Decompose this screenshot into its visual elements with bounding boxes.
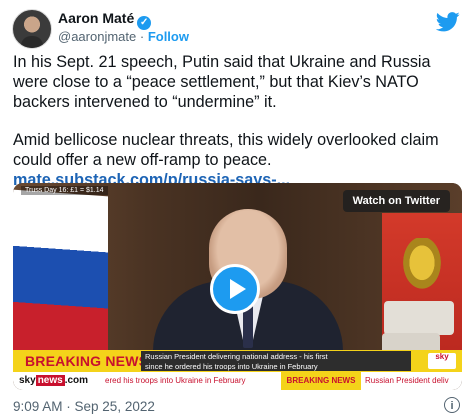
sky-brand-com: .com bbox=[64, 375, 89, 386]
separator-dot: · bbox=[136, 29, 148, 44]
ticker-text-2: Russian President deliv bbox=[365, 376, 449, 385]
author-avatar[interactable] bbox=[12, 9, 52, 49]
author-handle-line: @aaronjmate · Follow bbox=[58, 29, 189, 44]
verified-badge-icon: ✓ bbox=[137, 16, 152, 30]
bottom-ticker: sky news .com ered his troops into Ukraine… bbox=[13, 372, 462, 390]
desk-phone bbox=[384, 301, 454, 335]
coat-of-arms bbox=[400, 238, 444, 293]
breaking-news-label: BREAKING NEWS bbox=[25, 353, 149, 369]
sky-channel-logo: sky bbox=[428, 353, 456, 369]
author-name-line[interactable]: Aaron Maté ✓ bbox=[58, 10, 152, 30]
author-handle[interactable]: @aaronjmate bbox=[58, 29, 136, 44]
top-ticker: Truss Day 16: £1 = $1.14 bbox=[21, 186, 108, 195]
watch-on-twitter-button[interactable]: Watch on Twitter bbox=[342, 190, 450, 212]
sky-brand-sky: sky bbox=[19, 375, 36, 386]
info-icon[interactable]: i bbox=[444, 397, 460, 413]
ticker-breaking-label: BREAKING NEWS bbox=[281, 372, 361, 390]
video-player[interactable]: Truss Day 16: £1 = $1.14 Watch on Twitte… bbox=[13, 183, 462, 390]
tweet-timestamp[interactable]: 9:09 AM · Sep 25, 2022 bbox=[13, 399, 155, 414]
tweet-paragraph-2: Amid bellicose nuclear threats, this wid… bbox=[13, 131, 439, 169]
tweet-card: Aaron Maté ✓ @aaronjmate · Follow In his … bbox=[0, 0, 476, 420]
russian-flag bbox=[13, 189, 108, 367]
tweet-text: In his Sept. 21 speech, Putin said that … bbox=[13, 52, 465, 190]
author-name[interactable]: Aaron Maté bbox=[58, 10, 134, 26]
tweet-paragraph-1: In his Sept. 21 speech, Putin said that … bbox=[13, 53, 431, 111]
twitter-bird-icon[interactable] bbox=[436, 12, 460, 32]
follow-button[interactable]: Follow bbox=[148, 29, 189, 44]
play-icon[interactable] bbox=[210, 264, 260, 314]
ticker-text-1: ered his troops into Ukraine in February bbox=[105, 372, 275, 390]
news-headline: Russian President delivering national ad… bbox=[141, 351, 411, 371]
sky-brand-news: news bbox=[35, 375, 65, 386]
sky-news-brand: sky news .com bbox=[19, 372, 88, 390]
